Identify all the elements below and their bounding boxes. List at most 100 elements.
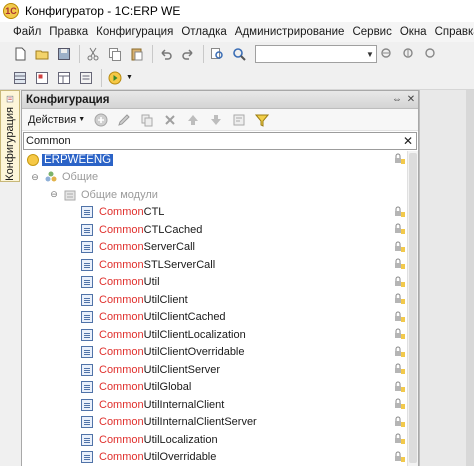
module-name: CommonUtilClientCached (99, 311, 226, 323)
collapse-icon[interactable]: ⊖ (49, 189, 59, 200)
common-module-row[interactable]: CommonUtilInternalClient (22, 396, 408, 414)
common-module-row[interactable]: CommonSTLServerCall (22, 256, 408, 274)
module-name-match: Common (99, 241, 144, 254)
common-module-row[interactable]: CommonServerCall (22, 239, 408, 257)
sort-button[interactable] (229, 111, 249, 129)
scissors-icon (87, 47, 99, 61)
tree-row-common-modules[interactable]: ⊖ Общие модули (22, 186, 408, 204)
menu-debug[interactable]: Отладка (177, 26, 230, 38)
lock-icon (395, 328, 405, 339)
undo-icon (161, 49, 172, 60)
menu-file[interactable]: Файл (0, 26, 45, 38)
common-module-row[interactable]: CommonUtilClientServer (22, 361, 408, 379)
debug-dropdown-icon[interactable]: ▼ (126, 74, 133, 81)
module-name-rest: UtilClientServer (143, 363, 221, 376)
side-tab-configuration[interactable]: Конфигурация (0, 90, 20, 182)
window-title: Конфигуратор - 1C:ERP WE (25, 4, 181, 18)
search-button[interactable] (229, 44, 249, 64)
open-folder-icon (35, 50, 49, 60)
add-circle-icon (94, 113, 108, 126)
panel-toolbar: Действия ▼ (22, 109, 418, 131)
move-down-button[interactable] (206, 111, 226, 129)
module-icon (81, 433, 93, 446)
module-name: CommonCTLCached (99, 224, 202, 236)
undo-button[interactable] (156, 44, 176, 64)
compare-button[interactable] (54, 68, 74, 88)
common-module-row[interactable]: CommonUtilClientLocalization (22, 326, 408, 344)
tree-row-root[interactable]: ERPWEENG (22, 151, 408, 169)
cut-button[interactable] (83, 44, 103, 64)
play-icon (108, 71, 122, 84)
vertical-scrollbar[interactable] (407, 151, 418, 466)
tree-row-common[interactable]: ⊖ Общие (22, 169, 408, 187)
new-file-button[interactable] (10, 44, 30, 64)
chevron-down-icon: ▼ (78, 116, 86, 123)
find-in-file-button[interactable] (207, 44, 227, 64)
delete-button[interactable] (160, 111, 180, 129)
panel-header: Конфигурация ⇔ ✕ (22, 91, 418, 109)
configuration-tree-icon (6, 95, 14, 103)
menu-service[interactable]: Сервис (348, 26, 395, 38)
debug-start-button[interactable] (105, 68, 125, 88)
common-module-row[interactable]: CommonUtilClient (22, 291, 408, 309)
settings-button[interactable] (76, 68, 96, 88)
new-file-icon (15, 47, 26, 61)
search-filter-input[interactable]: Common ✕ (23, 132, 417, 150)
open-button[interactable] (32, 44, 52, 64)
menu-help[interactable]: Справка (431, 26, 474, 38)
menu-edit[interactable]: Правка (45, 26, 92, 38)
save-button[interactable] (54, 44, 74, 64)
pin-icon[interactable]: ⇔ (390, 94, 404, 105)
common-module-row[interactable]: CommonCTLCached (22, 221, 408, 239)
sort-icon (233, 114, 245, 125)
common-module-row[interactable]: CommonUtilLocalization (22, 431, 408, 449)
menu-windows[interactable]: Окна (396, 26, 431, 38)
menu-configuration[interactable]: Конфигурация (92, 26, 177, 38)
common-module-row[interactable]: CommonCTL (22, 204, 408, 222)
find-all-button[interactable] (421, 44, 441, 64)
collapse-icon[interactable]: ⊖ (30, 172, 40, 182)
module-name: CommonServerCall (99, 241, 195, 253)
module-name-rest: UtilLocalization (143, 433, 218, 446)
close-icon[interactable]: ✕ (404, 94, 418, 105)
actions-menu-button[interactable]: Действия ▼ (25, 114, 88, 126)
module-name-match: Common (99, 433, 144, 446)
add-button[interactable] (91, 111, 111, 129)
common-module-row[interactable]: CommonUtilClientCached (22, 309, 408, 327)
module-name: CommonUtilClientServer (99, 364, 220, 376)
module-icon (81, 416, 93, 429)
module-name-rest: UtilInternalClient (143, 398, 225, 411)
module-name: CommonUtilClientLocalization (99, 329, 246, 341)
find-prev-button[interactable] (399, 44, 419, 64)
database-config-button[interactable] (32, 68, 52, 88)
filter-button[interactable] (252, 111, 272, 129)
module-icon (81, 223, 93, 236)
copy-item-button[interactable] (137, 111, 157, 129)
common-module-row[interactable]: CommonUtil (22, 274, 408, 292)
menu-administration[interactable]: Администрирование (231, 26, 349, 38)
paste-button[interactable] (127, 44, 147, 64)
copy-button[interactable] (105, 44, 125, 64)
chevron-down-icon[interactable]: ▼ (364, 50, 376, 59)
redo-button[interactable] (178, 44, 198, 64)
scrollbar-thumb[interactable] (409, 153, 417, 463)
edit-button[interactable] (114, 111, 134, 129)
clear-filter-icon[interactable]: ✕ (400, 134, 416, 148)
save-icon (58, 48, 70, 60)
panel-title: Конфигурация (26, 93, 110, 106)
common-module-row[interactable]: CommonUtilGlobal (22, 379, 408, 397)
lock-icon (395, 153, 405, 164)
common-module-row[interactable]: CommonUtilClientOverridable (22, 344, 408, 362)
common-module-row[interactable]: CommonUtilOverridable (22, 449, 408, 466)
tree-common-modules-label: Общие модули (81, 188, 158, 201)
module-name-rest: UtilGlobal (143, 381, 192, 394)
modules-folder-icon (64, 190, 76, 201)
move-up-button[interactable] (183, 111, 203, 129)
search-combo-input[interactable]: ▼ (255, 45, 377, 63)
module-name: CommonCTL (99, 206, 164, 218)
redo-icon (182, 49, 193, 60)
module-name-match: Common (99, 363, 144, 376)
config-window-button[interactable] (10, 68, 30, 88)
common-module-row[interactable]: CommonUtilInternalClientServer (22, 414, 408, 432)
find-next-button[interactable] (377, 44, 397, 64)
